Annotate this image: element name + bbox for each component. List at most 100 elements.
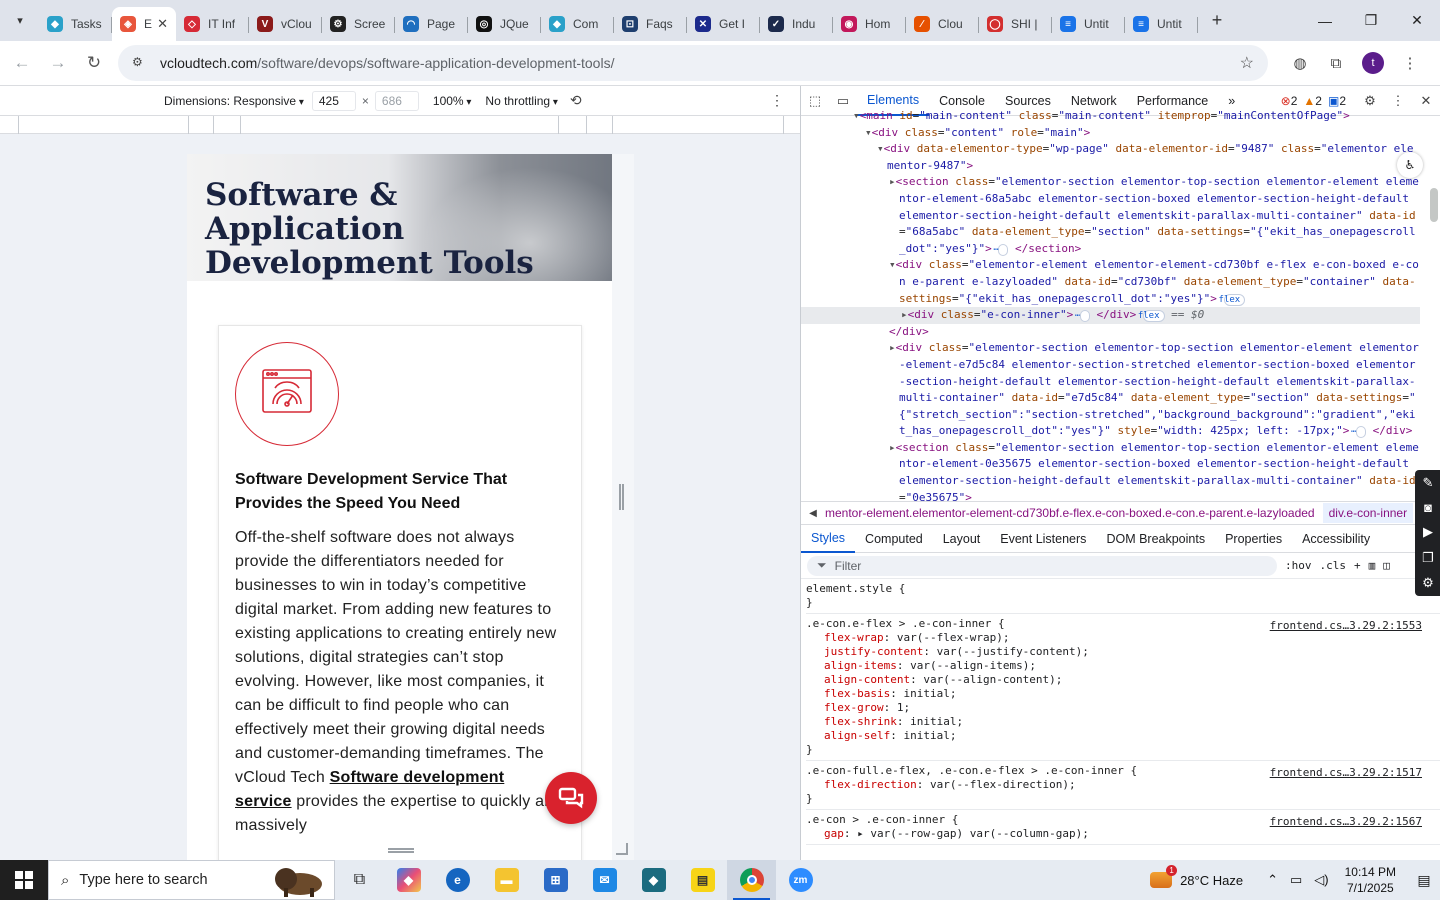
new-rule-icon[interactable]: + (1354, 559, 1361, 572)
dom-node-row[interactable]: ▸<section class="elementor-section eleme… (801, 440, 1420, 501)
sticky-notes-app[interactable]: ▤ (678, 860, 727, 900)
browser-tab[interactable]: ⊡ Faqs (614, 7, 687, 41)
warnings-badge[interactable]: ▲ 2 (1303, 94, 1322, 108)
browser-tab[interactable]: ∕ Clou (906, 7, 979, 41)
browser-tab[interactable]: ◯ SHI | (979, 7, 1052, 41)
reload-button[interactable]: ↻ (76, 45, 112, 81)
css-declaration[interactable]: justify-content: var(--justify-content); (806, 645, 1440, 659)
css-property[interactable]: gap (824, 827, 844, 840)
dom-node-row[interactable]: ▸<div class="elementor-section elementor… (801, 340, 1420, 440)
css-value[interactable]: var(--align-items); (910, 659, 1036, 672)
css-value[interactable]: 1; (897, 701, 910, 714)
computed-toggle-icon[interactable]: ▥ (1369, 559, 1376, 572)
styles-subtab[interactable]: DOM Breakpoints (1096, 525, 1215, 553)
css-declaration[interactable]: flex-basis: initial; (806, 687, 1440, 701)
dom-node-row[interactable]: ▸<section class="elementor-section eleme… (801, 174, 1420, 257)
cls-toggle[interactable]: .cls (1320, 559, 1347, 572)
css-declaration[interactable]: flex-shrink: initial; (806, 715, 1440, 729)
breadcrumb-parent[interactable]: mentor-element.elementor-element-cd730bf… (825, 506, 1315, 520)
dev-app[interactable]: ◆ (629, 860, 678, 900)
volume-icon[interactable]: ◁) (1314, 872, 1328, 888)
mail-app[interactable]: ✉ (580, 860, 629, 900)
pen-icon[interactable]: ✎ (1423, 475, 1434, 491)
network-icon[interactable]: ▭ (1290, 872, 1302, 888)
styles-subtab[interactable]: Accessibility (1292, 525, 1380, 553)
copilot-app[interactable]: ◆ (384, 860, 433, 900)
browser-tab[interactable]: VvClou (249, 7, 322, 41)
dom-node-row[interactable]: ▾<div class="content" role="main"> (801, 125, 1420, 142)
chrome-app[interactable] (727, 860, 776, 900)
css-property[interactable]: flex-shrink (824, 715, 897, 728)
styles-subtab[interactable]: Event Listeners (990, 525, 1096, 553)
taskbar-search[interactable]: ⌕ Type here to search (48, 860, 335, 900)
gear-icon[interactable]: ⚙ (1422, 575, 1434, 591)
breadcrumb-current[interactable]: div.e-con-inner (1322, 503, 1414, 523)
css-declaration[interactable]: align-content: var(--align-content); (806, 673, 1440, 687)
window-icon[interactable]: ❐ (1422, 550, 1434, 566)
css-source-link[interactable]: frontend.cs…3.29.2:1553 (1270, 619, 1422, 633)
css-property[interactable]: flex-direction (824, 778, 917, 791)
browser-tab[interactable]: ◉ Hom (833, 7, 906, 41)
resize-handle-right[interactable] (619, 484, 624, 510)
browser-tab[interactable]: ◆ Tasks (39, 7, 112, 41)
errors-badge[interactable]: ⊗ 2 (1281, 94, 1298, 108)
issues-badge[interactable]: ▣ 2 (1328, 94, 1346, 108)
css-value[interactable]: initial; (910, 715, 963, 728)
file-explorer-app[interactable]: ▬ (482, 860, 531, 900)
browser-tab[interactable]: ≡ Untit (1052, 7, 1125, 41)
back-button[interactable]: ← (4, 45, 40, 81)
css-value[interactable]: initial; (903, 687, 956, 700)
css-declaration[interactable]: gap: ▸ var(--row-gap) var(--column-gap); (806, 827, 1440, 841)
css-value[interactable]: var(--justify-content); (937, 645, 1089, 658)
device-toggle-icon[interactable]: ▭ (829, 93, 857, 109)
tab-search-button[interactable]: ▾ (5, 6, 35, 36)
css-selector[interactable]: element.style { (806, 582, 1440, 596)
browser-tab[interactable]: ⚙ Scree (322, 7, 395, 41)
camera-icon[interactable]: ◙ (1424, 500, 1432, 515)
styles-subtab[interactable]: Computed (855, 525, 933, 553)
resize-handle-bottom[interactable] (388, 848, 414, 853)
device-options-icon[interactable]: ⋮ (770, 92, 784, 109)
inspect-element-icon[interactable]: ⬚ (801, 93, 829, 109)
video-icon[interactable]: ▶ (1423, 524, 1433, 540)
css-value[interactable]: var(--flex-wrap); (897, 631, 1010, 644)
resize-handle-corner[interactable] (616, 843, 628, 855)
styles-subtab[interactable]: Properties (1215, 525, 1292, 553)
styles-subtab[interactable]: Layout (933, 525, 991, 553)
store-app[interactable]: ⊞ (531, 860, 580, 900)
css-value[interactable]: var(--align-content); (923, 673, 1062, 686)
tab-close-icon[interactable]: ✕ (157, 16, 168, 32)
css-property[interactable]: flex-wrap (824, 631, 884, 644)
css-declaration[interactable]: align-self: initial; (806, 729, 1440, 743)
css-declaration[interactable]: align-items: var(--align-items); (806, 659, 1440, 673)
css-declaration[interactable]: flex-wrap: var(--flex-wrap); (806, 631, 1440, 645)
profile-avatar[interactable]: t (1362, 52, 1384, 74)
notifications-button[interactable]: ▤ (1408, 860, 1440, 900)
css-source-link[interactable]: frontend.cs…3.29.2:1567 (1270, 815, 1422, 829)
forward-button[interactable]: → (40, 45, 76, 81)
browser-tab[interactable]: ◎ JQue (468, 7, 541, 41)
edge-app[interactable]: e (433, 860, 482, 900)
browser-tab[interactable]: ✓ Indu (760, 7, 833, 41)
clock[interactable]: 10:14 PM 7/1/2025 (1345, 864, 1396, 896)
dom-node-row[interactable]: ▾<div data-elementor-type="wp-page" data… (801, 141, 1420, 174)
zoom-app[interactable]: zm (776, 860, 825, 900)
address-bar[interactable]: ⚙ vcloudtech.com/software/devops/softwar… (118, 45, 1268, 81)
css-property[interactable]: align-content (824, 673, 910, 686)
css-property[interactable]: flex-grow (824, 701, 884, 714)
task-view-button[interactable]: ⧉ (335, 860, 384, 900)
css-property[interactable]: flex-basis (824, 687, 890, 700)
rotate-icon[interactable]: ⟲ (570, 92, 582, 109)
minimize-button[interactable]: — (1302, 1, 1348, 41)
start-button[interactable] (0, 860, 48, 900)
throttling-dropdown[interactable]: No throttling (485, 94, 558, 108)
bookmark-star-icon[interactable]: ☆ (1240, 53, 1254, 73)
styles-subtab[interactable]: Styles (801, 525, 856, 553)
browser-tab[interactable]: ≡ Untit (1125, 7, 1198, 41)
css-value[interactable]: initial; (903, 729, 956, 742)
css-property[interactable]: align-self (824, 729, 890, 742)
site-info-icon[interactable]: ⚙ (132, 55, 148, 71)
chat-button[interactable] (545, 772, 597, 824)
hov-toggle[interactable]: :hov (1285, 559, 1312, 572)
css-value[interactable]: var(--flex-direction); (930, 778, 1076, 791)
